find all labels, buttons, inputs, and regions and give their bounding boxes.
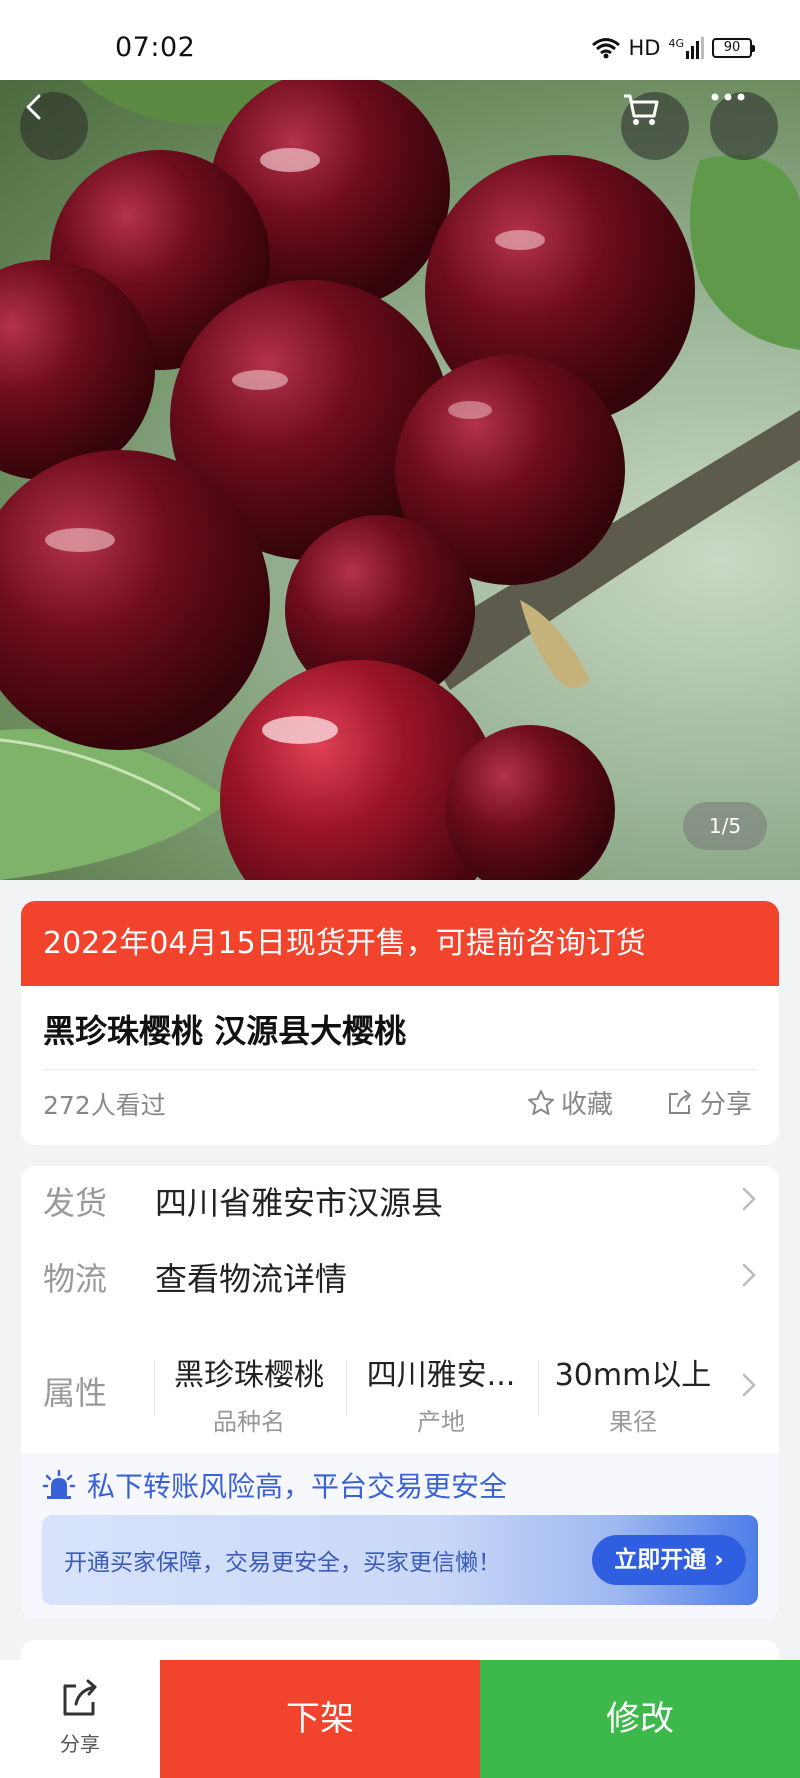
attribute-key: 品种名 [213,1408,285,1436]
activate-guarantee-button[interactable]: 立即开通 › [592,1535,746,1585]
attribute-value: 黑珍珠樱桃 [174,1358,324,1393]
attribute-item: 四川雅安... 产地 [346,1338,536,1438]
status-bar: 07:02 HD 4G 90 [0,0,800,80]
share-icon [63,1679,97,1716]
signal-label: 4G [668,37,684,50]
alarm-icon [43,1470,75,1499]
unlist-button[interactable]: 下架 [160,1660,480,1778]
more-icon [711,93,745,101]
logistics-row[interactable]: 物流 查看物流详情 [21,1242,779,1312]
safety-section: 私下转账风险高，平台交易更安全 开通买家保障，交易更安全，买家更信懒！ 立即开通… [21,1453,779,1619]
attribute-key: 果径 [609,1408,657,1436]
attributes-label: 属性 [43,1374,108,1412]
battery-icon: 90 [712,38,755,58]
signal-icon: 4G [668,37,704,59]
chevron-right-icon [742,1187,756,1211]
share-icon [669,1089,691,1114]
presale-notice: 2022年04月15日现货开售，可提前咨询订货 [21,901,779,986]
divider [43,1069,757,1070]
product-detail-card: 发货 四川省雅安市汉源县 物流 查看物流详情 属性 黑珍珠樱桃 品种名 四川雅安… [21,1166,779,1619]
more-button[interactable] [710,92,778,160]
cart-button[interactable] [621,92,689,160]
image-counter: 1/5 [683,802,767,850]
attribute-item: 黑珍珠樱桃 品种名 [154,1338,344,1438]
favorite-label: 收藏 [561,1090,614,1120]
share-label: 分享 [700,1090,753,1120]
shipping-label: 发货 [43,1184,108,1222]
attributes-row[interactable]: 属性 黑珍珠樱桃 品种名 四川雅安... 产地 30mm以上 果径 [21,1338,779,1438]
product-image[interactable]: 1/5 [0,80,800,880]
logistics-value: 查看物流详情 [155,1260,348,1298]
product-title: 黑珍珠樱桃 汉源县大樱桃 [43,1012,407,1050]
chevron-right-icon: › [714,1547,724,1573]
attribute-item: 30mm以上 果径 [538,1338,728,1438]
back-button[interactable] [20,92,88,160]
shipping-value: 四川省雅安市汉源县 [155,1184,444,1222]
star-icon [528,1089,554,1115]
share-button[interactable]: 分享 [666,1084,752,1121]
wifi-icon [591,38,620,59]
safety-tip: 私下转账风险高，平台交易更安全 [43,1465,507,1505]
buyer-guarantee-banner[interactable]: 开通买家保障，交易更安全，买家更信懒！ 立即开通 › [42,1515,758,1605]
attribute-value: 四川雅安... [366,1358,516,1393]
chevron-right-icon [742,1263,756,1287]
guarantee-text: 开通买家保障，交易更安全，买家更信懒！ [64,1550,501,1576]
chevron-right-icon [742,1373,756,1397]
network-type: HD [628,36,661,60]
status-icons: HD 4G 90 [591,36,755,60]
cart-icon [624,94,659,125]
activate-guarantee-label: 立即开通 [614,1547,707,1573]
bottom-share-button[interactable]: 分享 [0,1660,160,1778]
cherries-image [0,80,800,880]
bottom-action-bar: 分享 下架 修改 [0,1660,800,1778]
safety-tip-text: 私下转账风险高，平台交易更安全 [87,1470,508,1503]
bottom-share-label: 分享 [60,1732,100,1756]
attribute-value: 30mm以上 [554,1358,712,1393]
attribute-key: 产地 [417,1408,465,1436]
favorite-button[interactable]: 收藏 [527,1084,613,1121]
status-time: 07:02 [115,32,196,63]
logistics-label: 物流 [43,1260,108,1298]
shipping-row[interactable]: 发货 四川省雅安市汉源县 [21,1166,779,1236]
view-count: 272人看过 [43,1091,166,1120]
product-info-card: 2022年04月15日现货开售，可提前咨询订货 黑珍珠樱桃 汉源县大樱桃 272… [21,901,779,1145]
edit-button[interactable]: 修改 [480,1660,800,1778]
chevron-left-icon [26,94,41,120]
